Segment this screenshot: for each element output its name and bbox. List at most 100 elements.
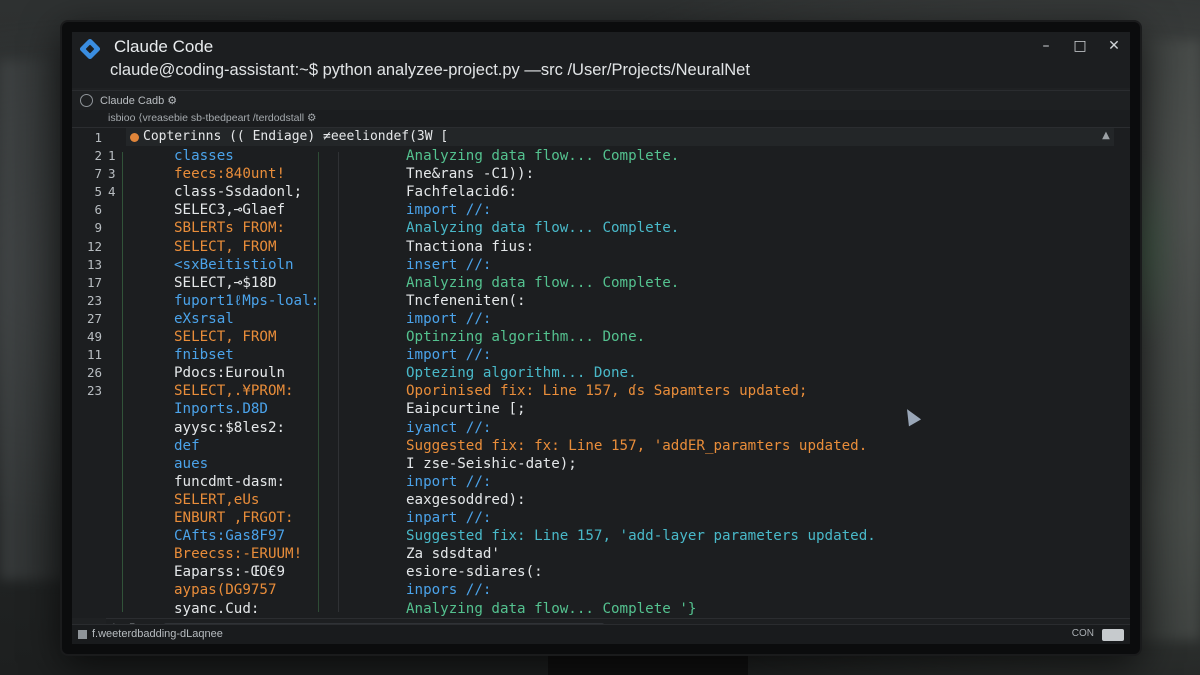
code-line: def [174, 437, 200, 454]
status-bar: f.weeterdbadding-dLaqnee CON [72, 624, 1130, 644]
maximize-button[interactable]: □ [1072, 38, 1088, 54]
code-line: syanc.Cud: [174, 600, 260, 617]
background-shelf [0, 60, 70, 580]
indent-guide [318, 152, 319, 612]
monitor: Claude Code claude@coding-assistant:~$ p… [62, 22, 1140, 654]
output-line: esiore-sdiares(: [406, 564, 543, 581]
secondary-gutter: 1 3 4 [106, 128, 126, 618]
line-number: 12 [86, 238, 102, 254]
code-line: ayysc:$8les2: [174, 419, 286, 436]
output-line: import //: [406, 202, 492, 219]
output-line: inport //: [406, 473, 492, 490]
line-number: 5 [94, 184, 102, 200]
code-line: SELEC3,⊸Glaef [174, 202, 286, 219]
secondary-line-number: 4 [108, 184, 116, 200]
code-line: <sxBeitistioln [174, 256, 294, 273]
code-line: SELERT,eUs [174, 491, 260, 508]
output-line: Tne&rans -C1)): [406, 166, 535, 183]
output-line: iyanct //: [406, 419, 492, 436]
output-line: inpors //: [406, 582, 492, 599]
code-line: fuport1ℓMps-loal: [174, 292, 320, 309]
code-editor[interactable]: 1 2 7 5 6 9 12 13 17 23 27 49 11 26 23 134 Copterinns… [72, 128, 1130, 618]
modified-dot-icon [130, 133, 139, 142]
output-line: Fachfelacid6: [406, 184, 518, 201]
window-controls: – □ ✕ [1038, 38, 1122, 54]
code-line: SELECT,.¥PROM: [174, 383, 294, 400]
output-line: Analyzing data flow... Complete. [406, 220, 680, 237]
code-line: Pdocs:Eurouln [174, 365, 286, 382]
secondary-line-number: 1 [108, 148, 116, 163]
output-line: Optezing algorithm... Done. [406, 365, 637, 382]
output-line: Analyzing data flow... Complete. [406, 148, 680, 164]
minimize-button[interactable]: – [1038, 38, 1054, 54]
line-number: 26 [86, 365, 102, 381]
line-number: 9 [94, 220, 102, 236]
code-line: CAfts:Gas8F97 [174, 528, 286, 545]
line-number: 27 [86, 310, 102, 326]
output-line: I zse-Seishic-date); [406, 455, 577, 472]
output-line: inpart //: [406, 510, 492, 526]
line-number: 23 [86, 292, 102, 308]
title-bar: Claude Code claude@coding-assistant:~$ p… [72, 32, 1130, 88]
output-line: Oporinised fix: Line 157, ɗs Sapamters u… [406, 383, 808, 400]
code-line: feecs:840unt! [174, 166, 286, 183]
code-line: Eaparss:-ŒO€9 [174, 564, 286, 581]
line-number: 23 [86, 383, 102, 399]
editor-header-row: Copterinns (( Endiage) ≠eeeliondef(3W [ … [126, 128, 1114, 146]
output-line: Analyzing data flow... Complete '} [406, 600, 697, 617]
tab-bar: Claude Cadb ⚙ [72, 90, 1130, 110]
code-line: aypas(DG9757 [174, 582, 277, 599]
code-line: Breecss:-ERUUM! [174, 546, 303, 563]
output-line: import //: [406, 347, 492, 364]
code-line: aues [174, 455, 209, 472]
code-line: class-Ssdadonl; [174, 184, 303, 201]
output-line: Za sdsdtad' [406, 546, 500, 563]
app-logo-icon [78, 37, 102, 61]
close-button[interactable]: ✕ [1106, 38, 1122, 54]
code-line: SELECT,⊸$18D [174, 274, 277, 291]
code-line: funcdmt-dasm: [174, 473, 286, 490]
breadcrumb-text: isbioo ⟨vreasebie sb-tbedpeart /terdodst… [108, 112, 317, 124]
line-number: 7 [94, 166, 102, 182]
output-line: Suggested fix: Line 157, 'add-layer para… [406, 528, 876, 545]
code-line: fnibset [174, 347, 234, 364]
status-flag-icon [1102, 629, 1124, 641]
code-line: SELECT, FROM [174, 238, 277, 255]
output-line: Tnactiona fius: [406, 238, 535, 255]
column-divider [338, 152, 339, 612]
code-line: SBLERTs FROM: [174, 220, 286, 237]
indent-guide [122, 152, 123, 612]
tab-label[interactable]: Claude Cadb ⚙ [100, 94, 177, 107]
line-number: 11 [86, 347, 102, 363]
scroll-up-icon[interactable]: ▲ [1100, 130, 1112, 142]
code-line: SELECT, FROM [174, 329, 277, 345]
terminal-window: Claude Code claude@coding-assistant:~$ p… [72, 32, 1130, 644]
code-line: classes [174, 148, 234, 164]
status-mode: CON [1071, 628, 1094, 639]
line-number: 1 [94, 130, 102, 145]
line-number: 2 [94, 148, 102, 163]
app-title: Claude Code [114, 37, 214, 56]
tab-icon [80, 94, 93, 107]
line-number: 49 [86, 329, 102, 344]
code-line: eXsrsal [174, 310, 234, 327]
secondary-line-number: 3 [108, 166, 116, 182]
output-line: import //: [406, 310, 492, 327]
status-icon [78, 630, 87, 639]
output-line: Optinzing algorithm... Done. [406, 329, 646, 345]
line-number: 6 [94, 202, 102, 218]
command-line: claude@coding-assistant:~$ python analyz… [110, 61, 750, 79]
output-line: Eaipcurtine [; [406, 401, 526, 418]
code-line: ENBURT ,FRGOT: [174, 510, 294, 526]
line-number: 13 [86, 256, 102, 272]
line-number-gutter: 1 2 7 5 6 9 12 13 17 23 27 49 11 26 23 [72, 128, 106, 618]
output-line: Tncfeneniten(: [406, 292, 526, 309]
output-line: insert //: [406, 256, 492, 273]
output-line: Analyzing data flow... Complete. [406, 274, 680, 291]
line-number: 17 [86, 274, 102, 290]
breadcrumb: isbioo ⟨vreasebie sb-tbedpeart /terdodst… [72, 110, 1130, 128]
output-line: eaxgesoddred): [406, 491, 526, 508]
editor-header-text: Copterinns (( Endiage) ≠eeeliondef(3W [ [143, 129, 449, 144]
code-line: Inports.D8D [174, 401, 268, 418]
output-line: Suggested fix: fx: Line 157, 'addER_para… [406, 437, 868, 454]
